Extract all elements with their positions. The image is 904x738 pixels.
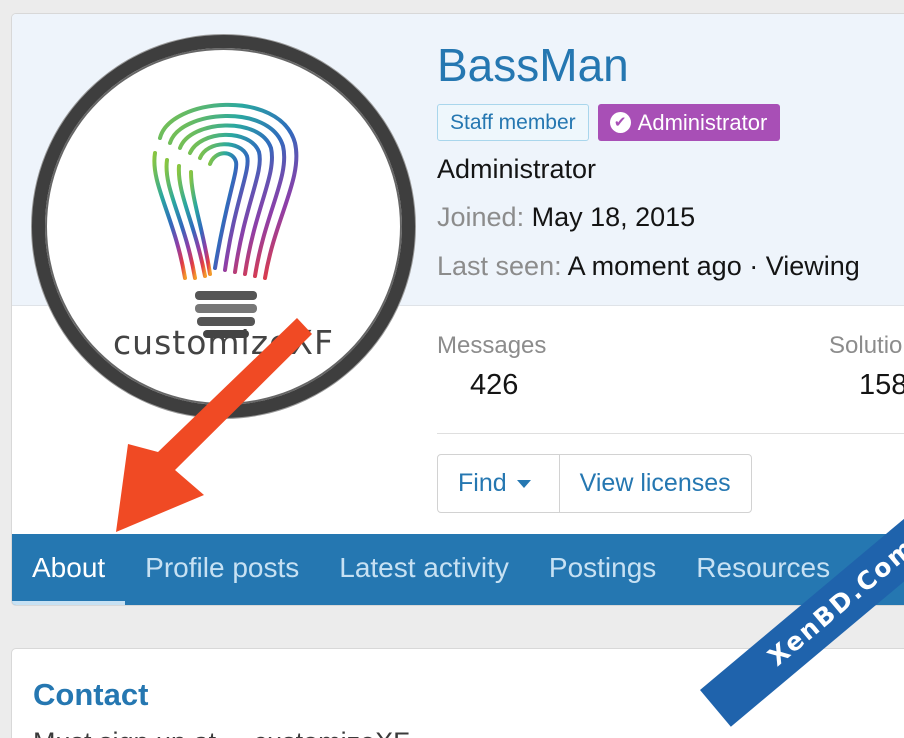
contact-text: Must sign up at ... customizeXF ... [33,727,440,738]
last-seen-label: Last seen: [437,251,562,281]
tab-postings[interactable]: Postings [529,534,676,605]
tab-profile-posts[interactable]: Profile posts [125,534,319,605]
solutions-label: Solutions [829,332,904,359]
user-title: Administrator [437,154,597,184]
profile-tabs: About Profile posts Latest activity Post… [12,534,904,605]
last-seen-value: A moment ago · Viewing [567,251,860,281]
administrator-badge: ✔ Administrator [597,104,781,141]
find-button-label: Find [458,469,507,497]
view-licenses-label: View licenses [579,469,731,497]
profile-stats: Messages 426 Solutions 158 [437,332,904,434]
joined-line: Joined: May 18, 2015 [437,202,695,233]
joined-value: May 18, 2015 [531,202,696,232]
tab-resources[interactable]: Resources [676,534,850,605]
messages-value[interactable]: 426 [437,369,546,402]
administrator-badge-label: Administrator [637,110,768,135]
profile-button-group: Find View licenses [437,454,752,513]
contact-heading: Contact [33,677,149,712]
page: BassMan Staff member ✔ Administrator Adm… [0,0,904,738]
username[interactable]: BassMan [437,38,629,92]
chevron-down-icon [516,479,531,488]
find-menu-button[interactable]: Find [438,455,560,512]
staff-member-badge: Staff member [437,104,589,141]
contact-block: Contact Must sign up at ... customizeXF … [11,648,904,738]
tab-latest-activity[interactable]: Latest activity [319,534,529,605]
solutions-stat[interactable]: Solutions 158 [829,332,904,402]
messages-stat[interactable]: Messages 426 [437,332,546,402]
messages-label: Messages [437,332,547,359]
last-seen-line: Last seen: A moment ago · Viewing [437,251,860,282]
avatar-logo-text: customizeXF [113,323,334,362]
tab-about[interactable]: About [12,534,126,605]
joined-label: Joined: [437,202,525,232]
verified-check-icon: ✔ [609,112,631,133]
view-licenses-button[interactable]: View licenses [560,455,751,512]
solutions-value[interactable]: 158 [829,369,904,402]
avatar[interactable]: customizeXF [32,35,415,418]
user-banners: Staff member ✔ Administrator [437,104,781,141]
